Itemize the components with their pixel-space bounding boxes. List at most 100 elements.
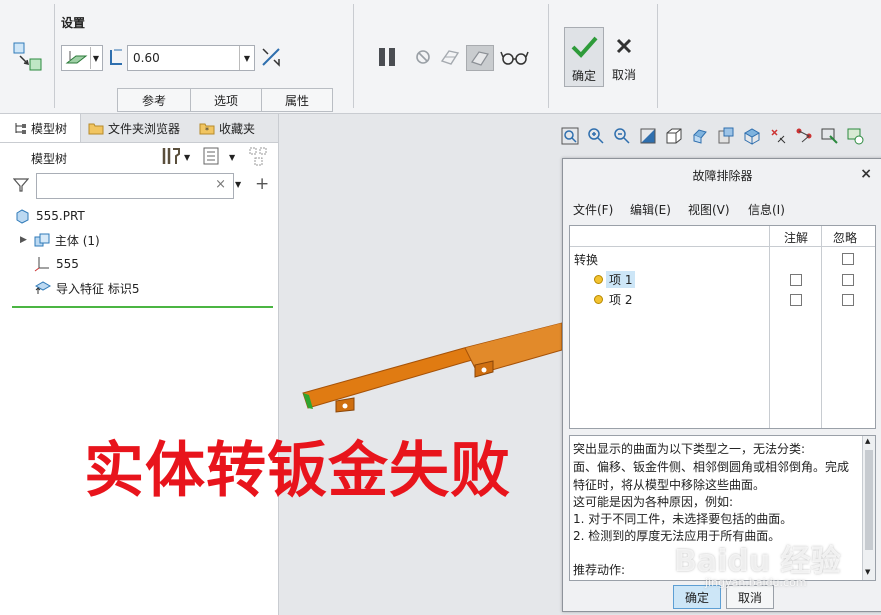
tab-favorites[interactable]: * 收藏夹 <box>199 114 277 142</box>
checkbox-ignore[interactable] <box>842 294 854 306</box>
scrollbar-thumb[interactable] <box>865 450 873 550</box>
scroll-down-icon[interactable]: ▼ <box>865 568 870 576</box>
message-line: 推荐动作: <box>573 563 626 577</box>
part-icon <box>16 209 29 224</box>
tree-item-label: 导入特征 标识5 <box>56 281 140 296</box>
left-panel-tabs: 模型树 文件夹浏览器 * 收藏夹 <box>0 114 278 143</box>
message-line: 突出显示的曲面为以下类型之一，无法分类: <box>573 442 806 456</box>
message-line: 这可能是因为各种原因，例如: <box>573 495 734 509</box>
checkbox-ignore[interactable] <box>842 274 854 286</box>
thickness-input[interactable]: 0.60 <box>128 46 239 70</box>
tree-item-label: 555 <box>56 257 79 271</box>
group-label-convert: 转换 <box>574 253 599 267</box>
attached-preview-icon[interactable] <box>438 45 462 69</box>
body-icon <box>34 233 50 247</box>
column-header-annotate[interactable]: 注解 <box>784 229 808 246</box>
tree-item-label: 555.PRT <box>36 209 85 223</box>
tree-filter-icon[interactable] <box>248 146 270 168</box>
tab-label: 选项 <box>213 93 238 108</box>
no-preview-icon[interactable] <box>412 46 434 68</box>
tree-icon <box>15 123 26 134</box>
tree-item-label: 主体 (1) <box>54 233 100 248</box>
sheetmetal-convert-icon[interactable] <box>8 38 48 76</box>
insert-indicator <box>12 306 273 308</box>
svg-text:*: * <box>205 126 209 135</box>
table-header: 注解 忽略 <box>570 226 875 428</box>
chevron-down-icon[interactable]: ▼ <box>239 46 254 70</box>
csys-icon <box>34 257 49 272</box>
menu-info[interactable]: 信息(I) <box>748 201 785 218</box>
ok-label: 确定 <box>571 69 596 83</box>
cancel-label: 取消 <box>611 68 636 82</box>
chevron-down-icon[interactable]: ▼ <box>235 180 241 189</box>
search-input[interactable]: × <box>36 173 234 199</box>
model-tree-header: 模型树 <box>31 152 68 166</box>
item-label: 项 1 <box>606 270 636 288</box>
menu-file[interactable]: 文件(F) <box>573 201 613 218</box>
add-icon[interactable]: + <box>255 174 269 194</box>
expand-arrow-icon[interactable]: ▶ <box>20 235 27 245</box>
tools-icon[interactable] <box>160 146 182 168</box>
tab-label: 参考 <box>141 93 166 108</box>
group-label-settings: 设置 <box>61 16 86 30</box>
close-icon <box>616 38 632 54</box>
surface-selector[interactable]: ▼ <box>61 45 103 71</box>
menu-view[interactable]: 视图(V) <box>688 201 730 218</box>
scroll-up-icon[interactable]: ▲ <box>865 437 870 445</box>
tab-properties[interactable]: 属性 <box>261 88 333 112</box>
checkbox-annotate[interactable] <box>790 274 802 286</box>
menu-edit[interactable]: 编辑(E) <box>630 201 671 218</box>
tree-item-csys[interactable]: 555 <box>34 253 79 275</box>
clear-icon[interactable]: × <box>215 177 226 192</box>
tab-folder-browser[interactable]: 文件夹浏览器 <box>88 114 198 142</box>
show-settings-icon[interactable] <box>203 147 221 167</box>
thickness-combo[interactable]: 0.60 ▼ <box>127 45 255 71</box>
tree-item-import[interactable]: 导入特征 标识5 <box>34 277 139 299</box>
surface-icon <box>65 51 88 64</box>
flip-direction-icon[interactable] <box>260 46 282 68</box>
table-row[interactable]: 项 2 <box>594 290 635 308</box>
issues-table: 注解 忽略 转换 项 1 项 2 <box>569 225 876 429</box>
thickness-icon <box>108 48 124 66</box>
scrollbar[interactable]: ▲ ▼ <box>862 436 875 580</box>
checkbox-annotate[interactable] <box>790 294 802 306</box>
tab-label: 模型树 <box>30 121 67 136</box>
message-line: 特征时，将从模型中移除这些曲面。 <box>573 478 766 492</box>
favorites-icon: * <box>199 123 215 135</box>
checkbox-group-ignore[interactable] <box>842 253 854 265</box>
ribbon-toolbar: 设置 ▼ 0.60 ▼ 参考 选项 属性 确定 取消 <box>0 0 881 114</box>
table-row[interactable]: 项 1 <box>594 270 636 288</box>
tab-label: 收藏夹 <box>219 121 256 136</box>
button-label: 确定 <box>684 590 709 605</box>
tab-model-tree[interactable]: 模型树 <box>0 114 81 142</box>
import-feature-icon <box>34 281 52 294</box>
tree-item-part[interactable]: 555.PRT <box>14 205 85 227</box>
dialog-title: 故障排除器 <box>692 168 753 183</box>
glasses-preview-icon[interactable] <box>500 46 530 68</box>
warning-dot-icon <box>594 274 603 284</box>
tree-item-body[interactable]: ▶ 主体 (1) <box>20 229 100 251</box>
pause-icon[interactable] <box>373 43 401 71</box>
tab-references[interactable]: 参考 <box>117 88 191 112</box>
watermark-logo: Baidu 经验 <box>674 544 841 579</box>
warning-dot-icon <box>594 294 603 304</box>
overlay-caption: 实体转钣金失败 <box>84 436 511 506</box>
chevron-down-icon[interactable]: ▼ <box>90 47 101 69</box>
filter-icon[interactable] <box>12 177 31 195</box>
chevron-down-icon[interactable]: ▼ <box>184 153 190 162</box>
detached-preview-icon[interactable] <box>466 45 494 71</box>
tab-options[interactable]: 选项 <box>190 88 262 112</box>
tab-label: 文件夹浏览器 <box>108 121 181 136</box>
close-icon[interactable]: × <box>860 166 872 182</box>
item-label: 项 2 <box>609 292 633 307</box>
chevron-down-icon[interactable]: ▼ <box>229 153 235 162</box>
dialog-title-bar: 故障排除器 × <box>563 159 881 191</box>
cancel-button[interactable]: 取消 <box>608 27 640 85</box>
message-line: 1. 对于不同工件，未选择要包括的曲面。 <box>573 512 793 526</box>
column-header-ignore[interactable]: 忽略 <box>833 229 857 246</box>
search-field[interactable] <box>41 175 215 197</box>
button-label: 取消 <box>737 590 762 605</box>
checkmark-icon <box>571 36 598 58</box>
ok-button[interactable]: 确定 <box>564 27 604 87</box>
folder-icon <box>88 123 104 135</box>
